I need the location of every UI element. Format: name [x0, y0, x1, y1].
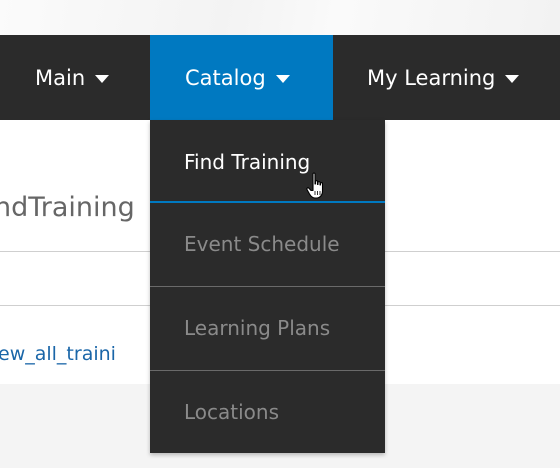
hand-pointer-icon: [306, 172, 324, 199]
nav-main[interactable]: Main: [0, 35, 150, 120]
caret-down-icon: [505, 74, 520, 83]
nav-my-learning[interactable]: My Learning: [333, 35, 560, 120]
menu-item-label: Locations: [184, 400, 280, 424]
view-all-training-link[interactable]: ew_all_traini: [0, 343, 116, 365]
menu-item-label: Event Schedule: [184, 232, 340, 256]
browser-top-strip: [0, 0, 560, 35]
main-navbar: Main Catalog My Learning: [0, 35, 560, 120]
menu-item-label: Learning Plans: [184, 316, 331, 340]
caret-down-icon: [95, 74, 110, 83]
catalog-dropdown-menu: Find Training Event Schedule Learning Pl…: [150, 120, 385, 453]
nav-catalog-label: Catalog: [185, 65, 266, 90]
nav-catalog[interactable]: Catalog: [150, 35, 333, 120]
menu-item-event-schedule[interactable]: Event Schedule: [150, 203, 385, 285]
menu-item-find-training[interactable]: Find Training: [150, 120, 385, 204]
caret-down-icon: [275, 74, 290, 83]
nav-main-label: Main: [35, 65, 86, 90]
menu-item-label: Find Training: [184, 150, 311, 174]
menu-item-learning-plans[interactable]: Learning Plans: [150, 287, 385, 369]
menu-item-locations[interactable]: Locations: [150, 371, 385, 453]
page-title: ndTraining: [0, 192, 135, 223]
nav-my-learning-label: My Learning: [367, 65, 496, 90]
